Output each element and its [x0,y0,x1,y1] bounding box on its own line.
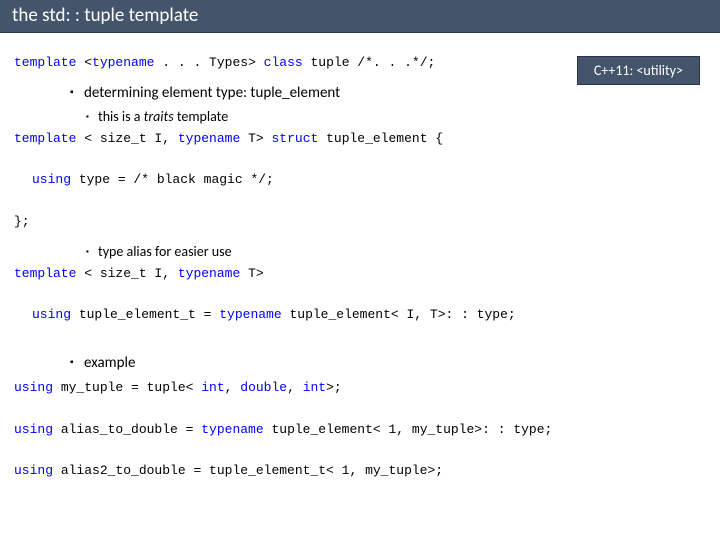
code-text: }; [14,214,30,229]
kw: int [303,380,326,395]
code-text: < [76,55,92,70]
bullet-list: determining element type: tuple_element [70,84,706,102]
code-text: tuple_element_t = [71,307,219,322]
kw: struct [271,131,318,146]
standard-badge: C++11: <utility> [577,56,700,85]
kw: using [14,380,53,395]
code-block-2: template < size_t I, typename T> struct … [14,129,706,233]
bullet-item: example [70,354,706,372]
code-text: < size_t I, [76,131,177,146]
code-text: tuple_element< I, T>: : type; [282,307,516,322]
kw: typename [201,422,263,437]
kw: class [264,55,303,70]
code-text: tuple_element< 1, my_tuple>: : type; [264,422,553,437]
code-text: , [287,380,303,395]
slide-body: template <typename . . . Types> class tu… [0,33,720,482]
kw: typename [178,266,240,281]
code-text: >; [326,380,342,395]
kw: template [14,131,76,146]
bullet-list: example [70,354,706,372]
bullet-item: determining element type: tuple_element [70,84,706,102]
code-text: alias2_to_double = tuple_element_t< 1, m… [53,463,443,478]
code-text: my_tuple = tuple< [53,380,201,395]
bullet-item: this is a traits template [86,108,706,125]
kw: int [201,380,224,395]
code-block-4: using my_tuple = tuple< int, double, int… [14,378,706,482]
kw: typename [92,55,154,70]
kw: using [32,307,71,322]
bullet-item: type alias for easier use [86,243,706,260]
code-text: . . . Types> [154,55,263,70]
sub-bullet-list: type alias for easier use [86,243,706,260]
kw: template [14,266,76,281]
kw: template [14,55,76,70]
kw: using [32,172,71,187]
code-text: < size_t I, [76,266,177,281]
code-text: T> [240,131,271,146]
kw: double [240,380,287,395]
kw: using [14,463,53,478]
slide-title: the std: : tuple template [0,0,720,33]
text: template [174,108,229,125]
text: this is a [98,108,144,125]
kw: using [14,422,53,437]
sub-bullet-list: this is a traits template [86,108,706,125]
italic-text: traits [144,108,174,125]
code-block-3: template < size_t I, typename T> using t… [14,264,706,326]
code-text: type = /* black magic */; [71,172,274,187]
code-text: T> [240,266,263,281]
code-text: , [225,380,241,395]
code-text: tuple_element { [318,131,443,146]
kw: typename [178,131,240,146]
code-text: alias_to_double = [53,422,201,437]
code-text: tuple /*. . .*/; [303,55,436,70]
kw: typename [219,307,281,322]
